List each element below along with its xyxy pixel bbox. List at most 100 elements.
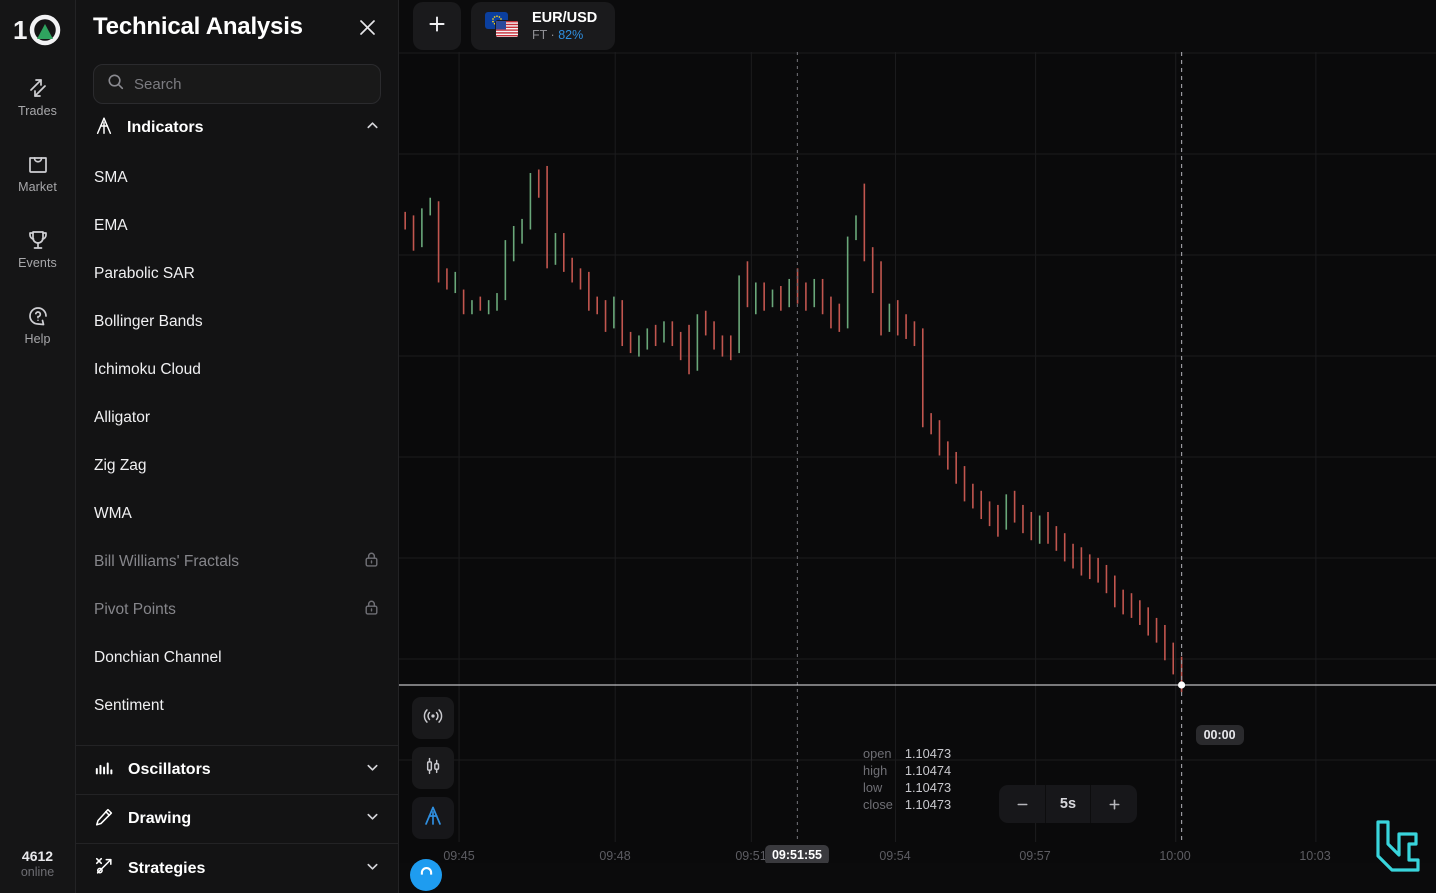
plus-icon <box>427 14 447 39</box>
sidebar-item-trades-label: Trades <box>17 104 58 118</box>
sidebar-item-market-label: Market <box>18 180 57 194</box>
indicator-item-label: SMA <box>94 169 128 186</box>
panel-header: Technical Analysis <box>76 0 398 54</box>
time-axis-label: 10:03 <box>1299 849 1331 863</box>
category-row-drawing[interactable]: Drawing <box>76 795 398 844</box>
ohlc-key-low: low <box>863 780 883 795</box>
indicator-item-label: Alligator <box>94 409 150 426</box>
chart-tool-stack <box>412 697 454 839</box>
lock-icon <box>363 599 380 621</box>
chevron-up-icon[interactable] <box>365 118 380 138</box>
ohlc-value-high: 1.10474 <box>904 763 952 778</box>
chevron-down-icon[interactable] <box>365 809 380 829</box>
indicator-item-label: Zig Zag <box>94 457 147 474</box>
events-trophy-icon <box>26 228 50 252</box>
category-label: Drawing <box>128 810 192 827</box>
add-asset-button[interactable] <box>413 2 461 50</box>
trades-arrows-icon <box>25 76 51 100</box>
asset-flags <box>485 12 521 40</box>
trading-app: 1 Trades Market Events Help 4612 online … <box>0 0 1436 893</box>
indicator-item[interactable]: Alligator <box>76 394 398 442</box>
indicator-item[interactable]: Donchian Channel <box>76 634 398 682</box>
asset-payout: 82% <box>558 27 584 42</box>
ohlc-key-close: close <box>863 797 893 812</box>
online-label: online <box>20 865 55 879</box>
chevron-down-icon[interactable] <box>365 760 380 780</box>
indicator-item-label: Ichimoku Cloud <box>94 361 201 378</box>
technical-analysis-panel: Technical Analysis Search Indicators SMA… <box>76 0 399 893</box>
timeframe-increase-button[interactable] <box>1091 785 1137 823</box>
indicator-item-label: Pivot Points <box>94 601 176 618</box>
indicators-button[interactable] <box>412 797 454 839</box>
indicator-item[interactable]: EMA <box>76 202 398 250</box>
indicator-item[interactable]: Zig Zag <box>76 442 398 490</box>
asset-text: EUR/USD FT · 82% <box>532 10 597 42</box>
indicator-item[interactable]: Pivot Points <box>76 586 398 634</box>
app-logo[interactable]: 1 <box>10 10 66 52</box>
indicators-icon <box>94 116 114 141</box>
category-row-oscillators[interactable]: Oscillators <box>76 746 398 795</box>
indicator-item[interactable]: Bollinger Bands <box>76 298 398 346</box>
support-chat-button[interactable] <box>410 859 442 891</box>
help-question-icon <box>26 304 50 328</box>
candlestick-chart-icon <box>422 755 444 782</box>
sidebar-item-help-label: Help <box>24 332 51 346</box>
search-box[interactable] <box>93 64 381 104</box>
indicator-item[interactable]: Ichimoku Cloud <box>76 346 398 394</box>
search-input[interactable] <box>134 75 367 93</box>
oscillators-bars-icon <box>94 758 114 783</box>
time-axis-label: 09:57 <box>1019 849 1051 863</box>
chart-type-button[interactable] <box>412 747 454 789</box>
indicator-item-label: Bill Williams' Fractals <box>94 553 240 570</box>
search-icon <box>107 73 124 95</box>
ohlc-value-close: 1.10473 <box>904 797 952 812</box>
rail-items: Trades Market Events Help <box>0 72 75 350</box>
sidebar-item-events-label: Events <box>18 256 57 270</box>
signal-broadcast-icon <box>422 705 444 732</box>
ohlc-value-open: 1.10473 <box>904 746 952 761</box>
indicator-scroll-area[interactable]: Indicators SMA EMA Parabolic SAR Bollinger … <box>76 104 398 745</box>
indicator-item[interactable]: Parabolic SAR <box>76 250 398 298</box>
online-count: 4612 <box>21 848 54 864</box>
strategies-icon <box>94 856 114 881</box>
ohlc-key-open: open <box>863 746 892 761</box>
asset-meta: FT · 82% <box>532 28 597 42</box>
asset-tab-eurusd[interactable]: EUR/USD FT · 82% <box>471 2 616 50</box>
indicator-item-label: EMA <box>94 217 128 234</box>
indicator-item[interactable]: Sentiment <box>76 682 398 730</box>
sidebar-item-events[interactable]: Events <box>0 224 75 274</box>
time-axis-label: 10:00 <box>1159 849 1191 863</box>
indicator-item[interactable]: SMA <box>76 154 398 202</box>
category-label: Oscillators <box>128 761 211 778</box>
bottom-bar <box>399 863 1436 893</box>
indicator-item[interactable]: WMA <box>76 490 398 538</box>
indicator-item[interactable]: Bill Williams' Fractals <box>76 538 398 586</box>
time-axis-label: 09:54 <box>879 849 911 863</box>
indicator-item-label: Parabolic SAR <box>94 265 195 282</box>
page-title: Technical Analysis <box>93 13 303 40</box>
timeframe-stepper: 5s <box>999 785 1137 823</box>
time-axis-label: 09:48 <box>599 849 631 863</box>
ohlc-key-high: high <box>863 763 888 778</box>
indicator-list: SMA EMA Parabolic SAR Bollinger Bands Ichimo… <box>76 152 398 730</box>
sidebar-item-trades[interactable]: Trades <box>0 72 75 122</box>
timeframe-value[interactable]: 5s <box>1045 785 1091 823</box>
timeframe-decrease-button[interactable] <box>999 785 1045 823</box>
indicator-item-label: Sentiment <box>94 697 164 714</box>
indicators-icon <box>422 805 444 832</box>
indicator-item-label: Bollinger Bands <box>94 313 203 330</box>
us-flag-icon <box>495 20 519 38</box>
countdown-badge: 00:00 <box>1195 724 1244 745</box>
chevron-down-icon[interactable] <box>365 859 380 879</box>
sidebar-item-market[interactable]: Market <box>0 148 75 198</box>
indicators-group-header[interactable]: Indicators <box>76 104 398 152</box>
drawing-pencil-icon <box>94 807 114 832</box>
signal-broadcast-button[interactable] <box>412 697 454 739</box>
chart-area[interactable]: EUR/USD FT · 82% open 1.10473 high 1.104… <box>399 0 1436 893</box>
category-row-strategies[interactable]: Strategies <box>76 844 398 893</box>
sidebar-item-help[interactable]: Help <box>0 300 75 350</box>
chart-canvas[interactable]: open 1.10473 high 1.10474 low 1.10473 cl… <box>399 52 1436 893</box>
svg-text:1: 1 <box>13 15 27 45</box>
close-icon[interactable] <box>354 14 380 40</box>
market-bag-icon <box>26 152 50 176</box>
